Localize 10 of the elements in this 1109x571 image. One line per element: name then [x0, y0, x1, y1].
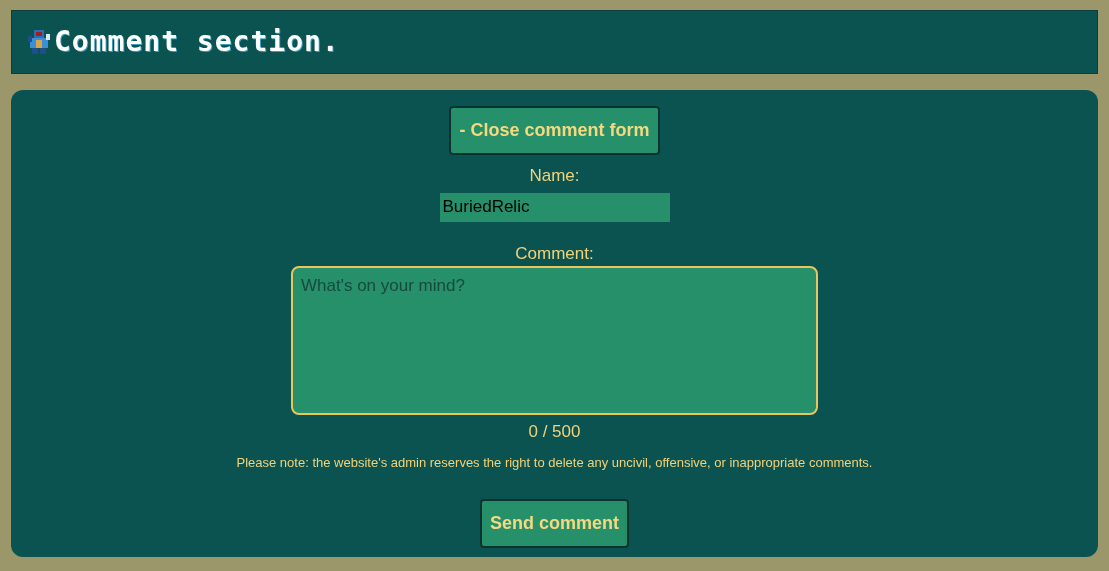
moderation-note: Please note: the website's admin reserves the right to delete any uncivil, offensive, or inappropriate comments. — [236, 453, 873, 472]
name-label: Name: — [529, 165, 580, 187]
comment-label: Comment: — [515, 242, 594, 265]
comment-field[interactable]: What's on your mind? — [291, 266, 818, 415]
send-button[interactable]: Send comment — [480, 499, 629, 548]
page-title: Comment section. — [54, 24, 340, 60]
name-field[interactable]: BuriedRelic — [439, 192, 670, 222]
sprite-icon — [26, 28, 52, 56]
close-form-button[interactable]: - Close comment form — [449, 106, 660, 155]
character-counter: 0 / 500 — [528, 421, 581, 443]
